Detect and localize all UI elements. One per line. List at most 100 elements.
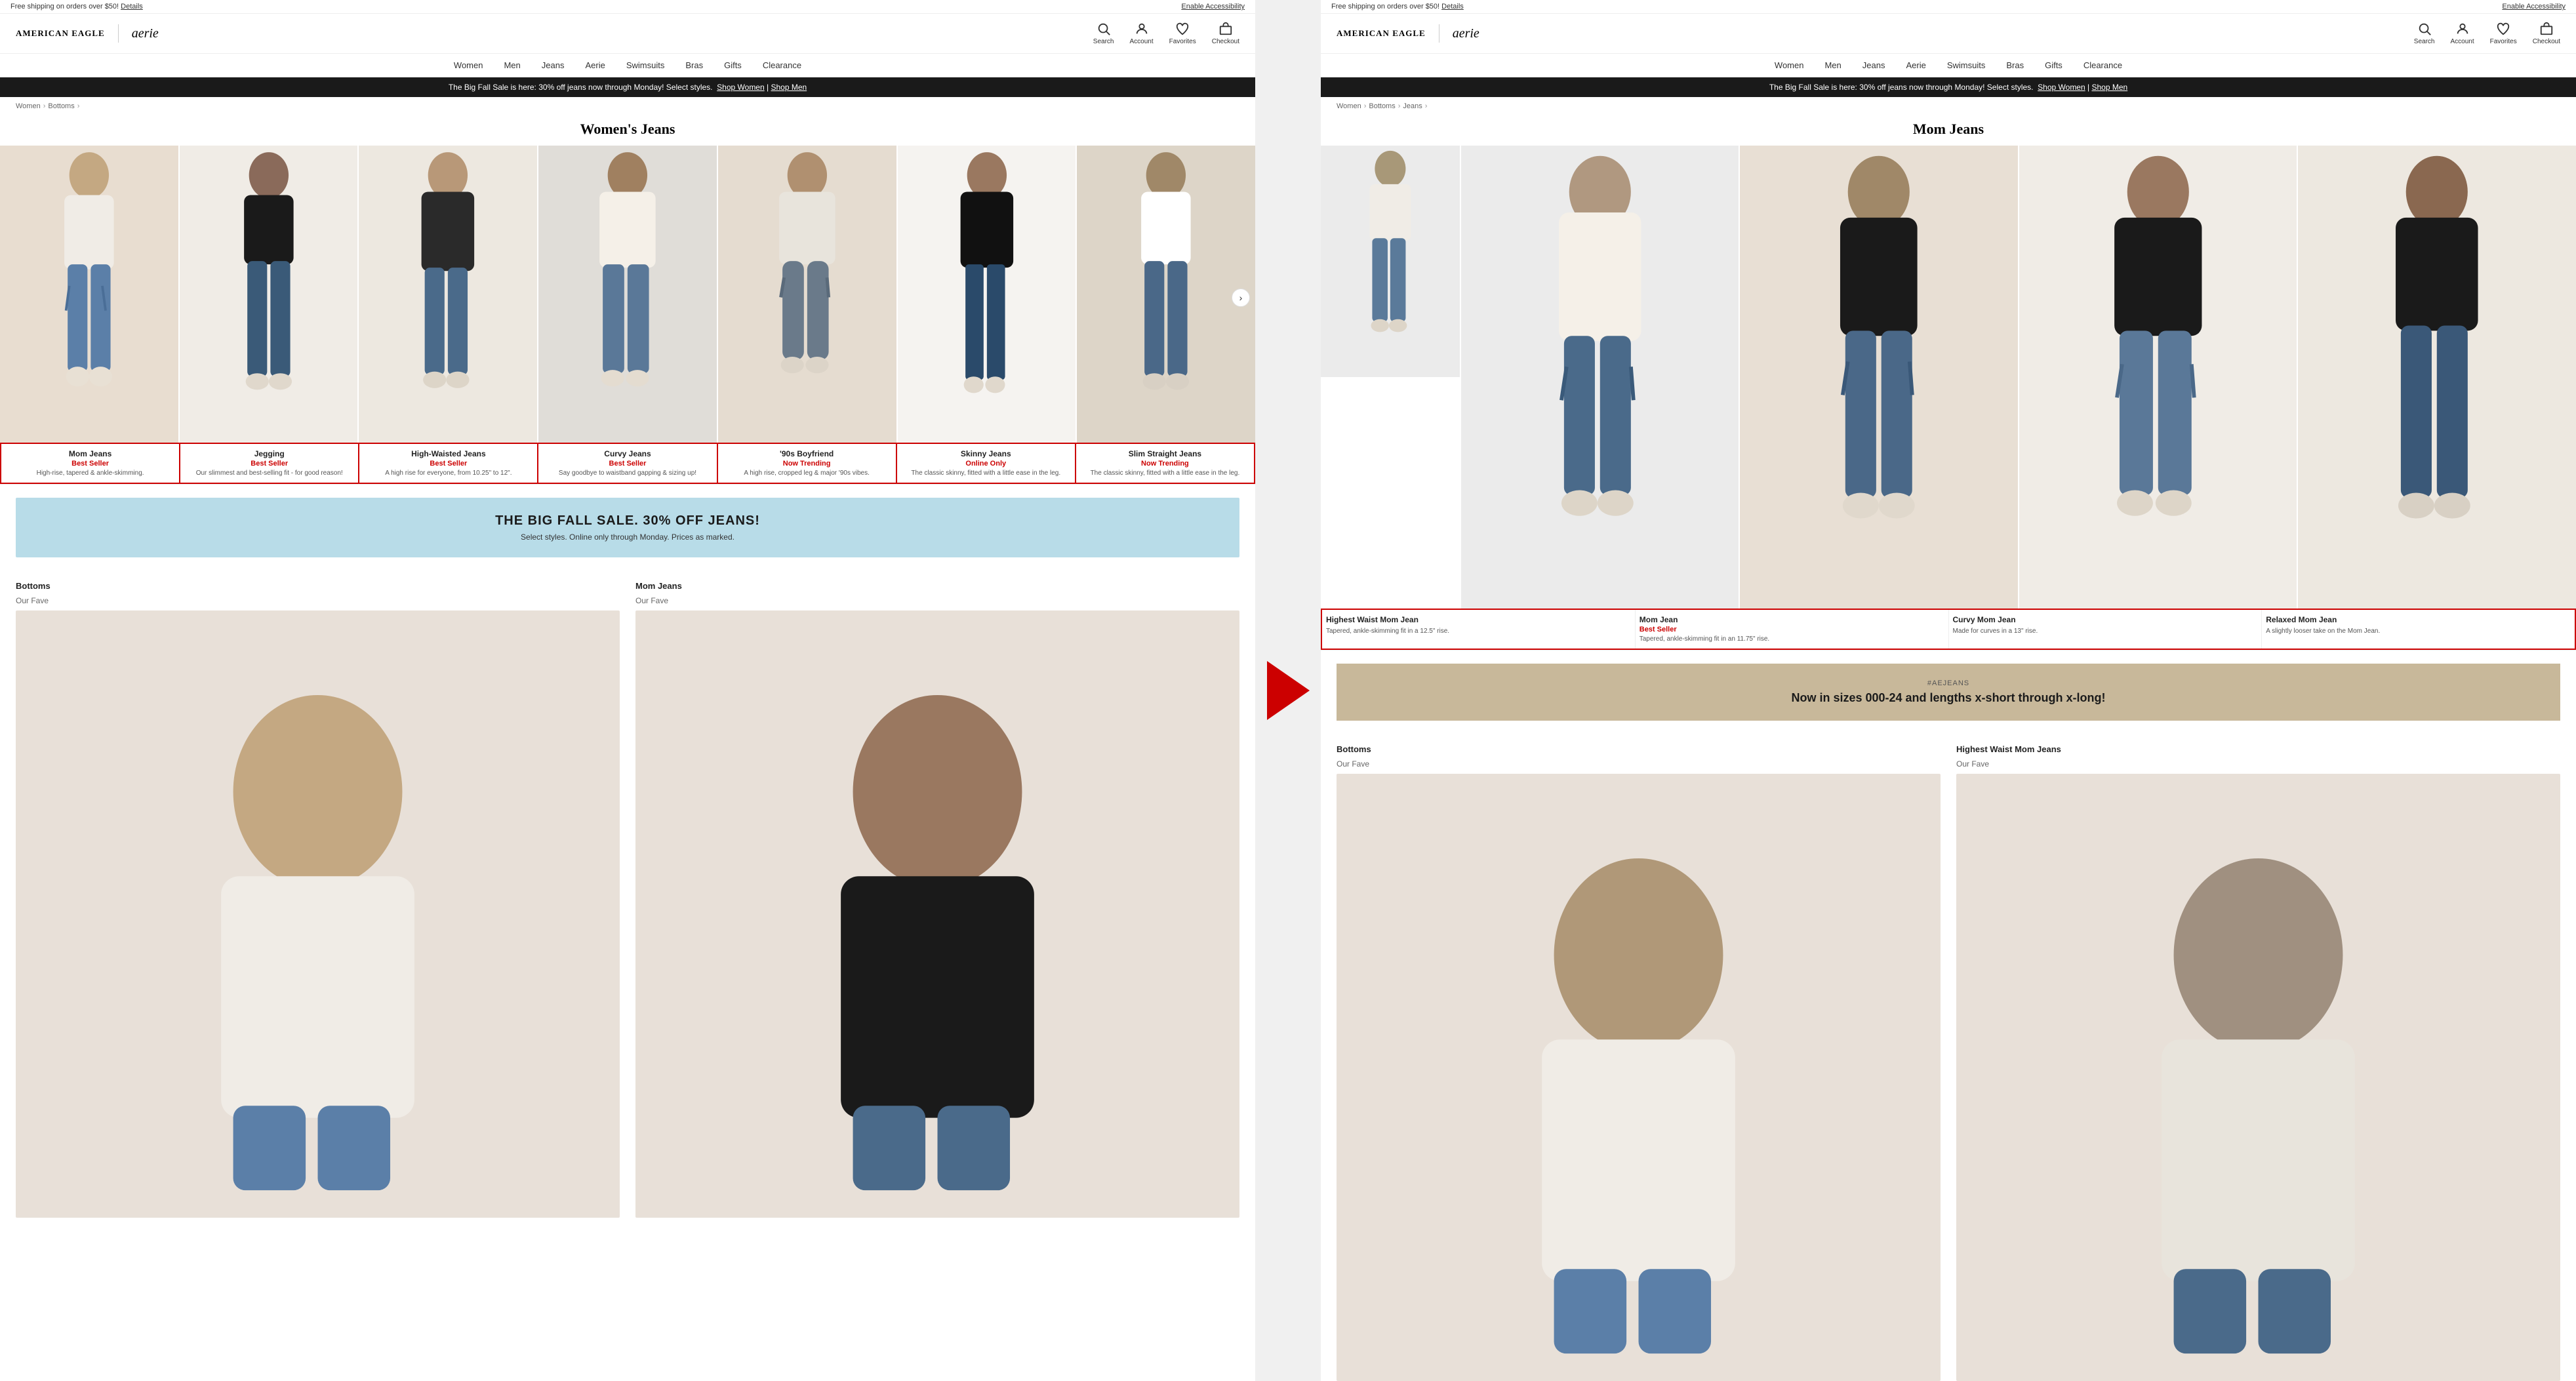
bottom-col1-left: Bottoms Our Fave <box>16 581 620 1218</box>
info-skinny[interactable]: Skinny Jeans Online Only The classic ski… <box>897 444 1076 483</box>
checkout-icon-item-right[interactable]: Checkout <box>2533 22 2560 45</box>
bottom-image-silhouette-4 <box>1956 774 2560 1378</box>
favorites-icon-item-left[interactable]: Favorites <box>1169 22 1196 45</box>
product-image-bg-3 <box>359 146 537 443</box>
info-jegging[interactable]: Jegging Best Seller Our slimmest and bes… <box>180 444 359 483</box>
page-title-left: Women's Jeans <box>0 115 1255 146</box>
checkout-label-right: Checkout <box>2533 38 2560 45</box>
header-icons-left: Search Account Favorites Checkout <box>1093 22 1239 45</box>
product-image-curvy[interactable] <box>538 146 717 443</box>
info-relaxed-mom-jean[interactable]: Relaxed Mom Jean A slightly looser take … <box>2262 610 2575 649</box>
hashtag-right: #AEJEANS <box>1352 679 2545 687</box>
bottom-image-silhouette-3 <box>1337 774 1941 1378</box>
nav-jeans-right[interactable]: Jeans <box>1862 60 1885 70</box>
product-badge-90s-boyfriend: Now Trending <box>721 460 893 468</box>
info-highest-waist[interactable]: Highest Waist Mom Jean Tapered, ankle-sk… <box>1322 610 1636 649</box>
product-image-mom-jean-right[interactable] <box>1740 146 2018 609</box>
product-name-highest-waist: Highest Waist Mom Jean <box>1326 615 1631 624</box>
nav-aerie-right[interactable]: Aerie <box>1906 60 1925 70</box>
info-mom-jean-right[interactable]: Mom Jean Best Seller Tapered, ankle-skim… <box>1636 610 1949 649</box>
nav-bras-right[interactable]: Bras <box>2006 60 2024 70</box>
product-desc-highest-waist: Tapered, ankle-skimming fit in a 12.5" r… <box>1326 627 1631 635</box>
model-silhouette-2 <box>180 146 358 443</box>
header-left: AMERICAN EAGLE aerie Search Account Favo… <box>0 14 1255 54</box>
shop-men-link-right[interactable]: Shop Men <box>2091 83 2127 92</box>
breadcrumb-jeans-right[interactable]: Jeans <box>1403 102 1422 110</box>
breadcrumb-women-left[interactable]: Women <box>16 102 41 110</box>
nav-bras-left[interactable]: Bras <box>685 60 703 70</box>
product-name-mom-jeans: Mom Jeans <box>4 449 176 458</box>
breadcrumb-bottoms-right[interactable]: Bottoms <box>1369 102 1395 110</box>
search-icon-item-left[interactable]: Search <box>1093 22 1114 45</box>
product-image-relaxed-mom-jean[interactable] <box>2298 146 2576 609</box>
product-image-bg-5 <box>718 146 896 443</box>
product-image-partial-left[interactable] <box>1321 146 1460 609</box>
breadcrumb-right: Women › Bottoms › Jeans › <box>1321 97 2576 115</box>
info-curvy-mom-jean[interactable]: Curvy Mom Jean Made for curves in a 13" … <box>1949 610 2263 649</box>
header-icons-right: Search Account Favorites Checkout <box>2414 22 2560 45</box>
account-icon-item-left[interactable]: Account <box>1129 22 1153 45</box>
product-image-highest-waist[interactable] <box>1461 146 1739 609</box>
info-90s-boyfriend[interactable]: '90s Boyfriend Now Trending A high rise,… <box>718 444 897 483</box>
details-link-right[interactable]: Details <box>1441 3 1464 10</box>
bottom-col1-image-right <box>1337 774 1941 1381</box>
info-curvy[interactable]: Curvy Jeans Best Seller Say goodbye to w… <box>538 444 717 483</box>
breadcrumb-bottoms-left[interactable]: Bottoms <box>48 102 74 110</box>
product-name-high-waisted: High-Waisted Jeans <box>362 449 534 458</box>
details-link-left[interactable]: Details <box>121 3 143 10</box>
product-image-jegging[interactable] <box>180 146 358 443</box>
nav-jeans-left[interactable]: Jeans <box>542 60 565 70</box>
nav-women-right[interactable]: Women <box>1775 60 1804 70</box>
product-desc-slim-straight: The classic skinny, fitted with a little… <box>1079 469 1251 477</box>
info-mom-jeans[interactable]: Mom Jeans Best Seller High-rise, tapered… <box>1 444 180 483</box>
nav-gifts-right[interactable]: Gifts <box>2045 60 2063 70</box>
nav-men-left[interactable]: Men <box>504 60 520 70</box>
breadcrumb-women-right[interactable]: Women <box>1337 102 1361 110</box>
nav-men-right[interactable]: Men <box>1824 60 1841 70</box>
shop-men-link-left[interactable]: Shop Men <box>771 83 807 92</box>
favorites-icon-left <box>1175 22 1190 36</box>
top-bar-left: Free shipping on orders over $50! Detail… <box>0 0 1255 14</box>
bottom-col2-subtitle-right: Our Fave <box>1956 759 2560 769</box>
accessibility-link-left[interactable]: Enable Accessibility <box>1181 3 1245 10</box>
product-name-curvy: Curvy Jeans <box>541 449 714 458</box>
model-silhouette-hw <box>1461 146 1739 609</box>
info-slim-straight[interactable]: Slim Straight Jeans Now Trending The cla… <box>1076 444 1254 483</box>
product-image-high-waisted[interactable] <box>359 146 537 443</box>
product-image-slim-straight[interactable] <box>1077 146 1255 443</box>
nav-swimsuits-right[interactable]: Swimsuits <box>1947 60 1986 70</box>
account-icon-item-right[interactable]: Account <box>2450 22 2474 45</box>
nav-clearance-right[interactable]: Clearance <box>2083 60 2122 70</box>
carousel-next-left[interactable]: › <box>1232 289 1250 307</box>
logo-aerie-left: aerie <box>132 26 159 41</box>
product-image-bg-4 <box>538 146 717 443</box>
product-image-curvy-mom-jean[interactable] <box>2019 146 2297 609</box>
nav-right: Women Men Jeans Aerie Swimsuits Bras Gif… <box>1321 54 2576 77</box>
product-info-row-left: Mom Jeans Best Seller High-rise, tapered… <box>0 443 1255 484</box>
product-image-mom-jeans[interactable] <box>0 146 178 443</box>
carousel-images-right <box>1321 146 2576 609</box>
nav-swimsuits-left[interactable]: Swimsuits <box>626 60 665 70</box>
product-image-90s-boyfriend[interactable] <box>718 146 896 443</box>
promo-banner-left: The Big Fall Sale is here: 30% off jeans… <box>0 77 1255 97</box>
product-image-bg-hw <box>1461 146 1739 609</box>
nav-clearance-left[interactable]: Clearance <box>763 60 801 70</box>
nav-women-left[interactable]: Women <box>454 60 483 70</box>
model-silhouette-partial <box>1321 146 1460 377</box>
accessibility-link-right[interactable]: Enable Accessibility <box>2502 3 2566 10</box>
product-desc-mom-jeans: High-rise, tapered & ankle-skimming. <box>4 469 176 477</box>
search-label-left: Search <box>1093 38 1114 45</box>
sale-title-right: Now in sizes 000-24 and lengths x-short … <box>1352 691 2545 705</box>
product-name-jegging: Jegging <box>183 449 355 458</box>
checkout-icon-item-left[interactable]: Checkout <box>1212 22 1239 45</box>
logo-area-right: AMERICAN EAGLE aerie <box>1337 24 1479 43</box>
shop-women-link-right[interactable]: Shop Women <box>2038 83 2085 92</box>
nav-aerie-left[interactable]: Aerie <box>585 60 605 70</box>
product-image-skinny[interactable] <box>898 146 1076 443</box>
nav-gifts-left[interactable]: Gifts <box>724 60 742 70</box>
account-icon-right <box>2455 22 2470 36</box>
favorites-icon-item-right[interactable]: Favorites <box>2490 22 2517 45</box>
info-high-waisted[interactable]: High-Waisted Jeans Best Seller A high ri… <box>359 444 538 483</box>
shop-women-link-left[interactable]: Shop Women <box>717 83 765 92</box>
search-icon-item-right[interactable]: Search <box>2414 22 2435 45</box>
